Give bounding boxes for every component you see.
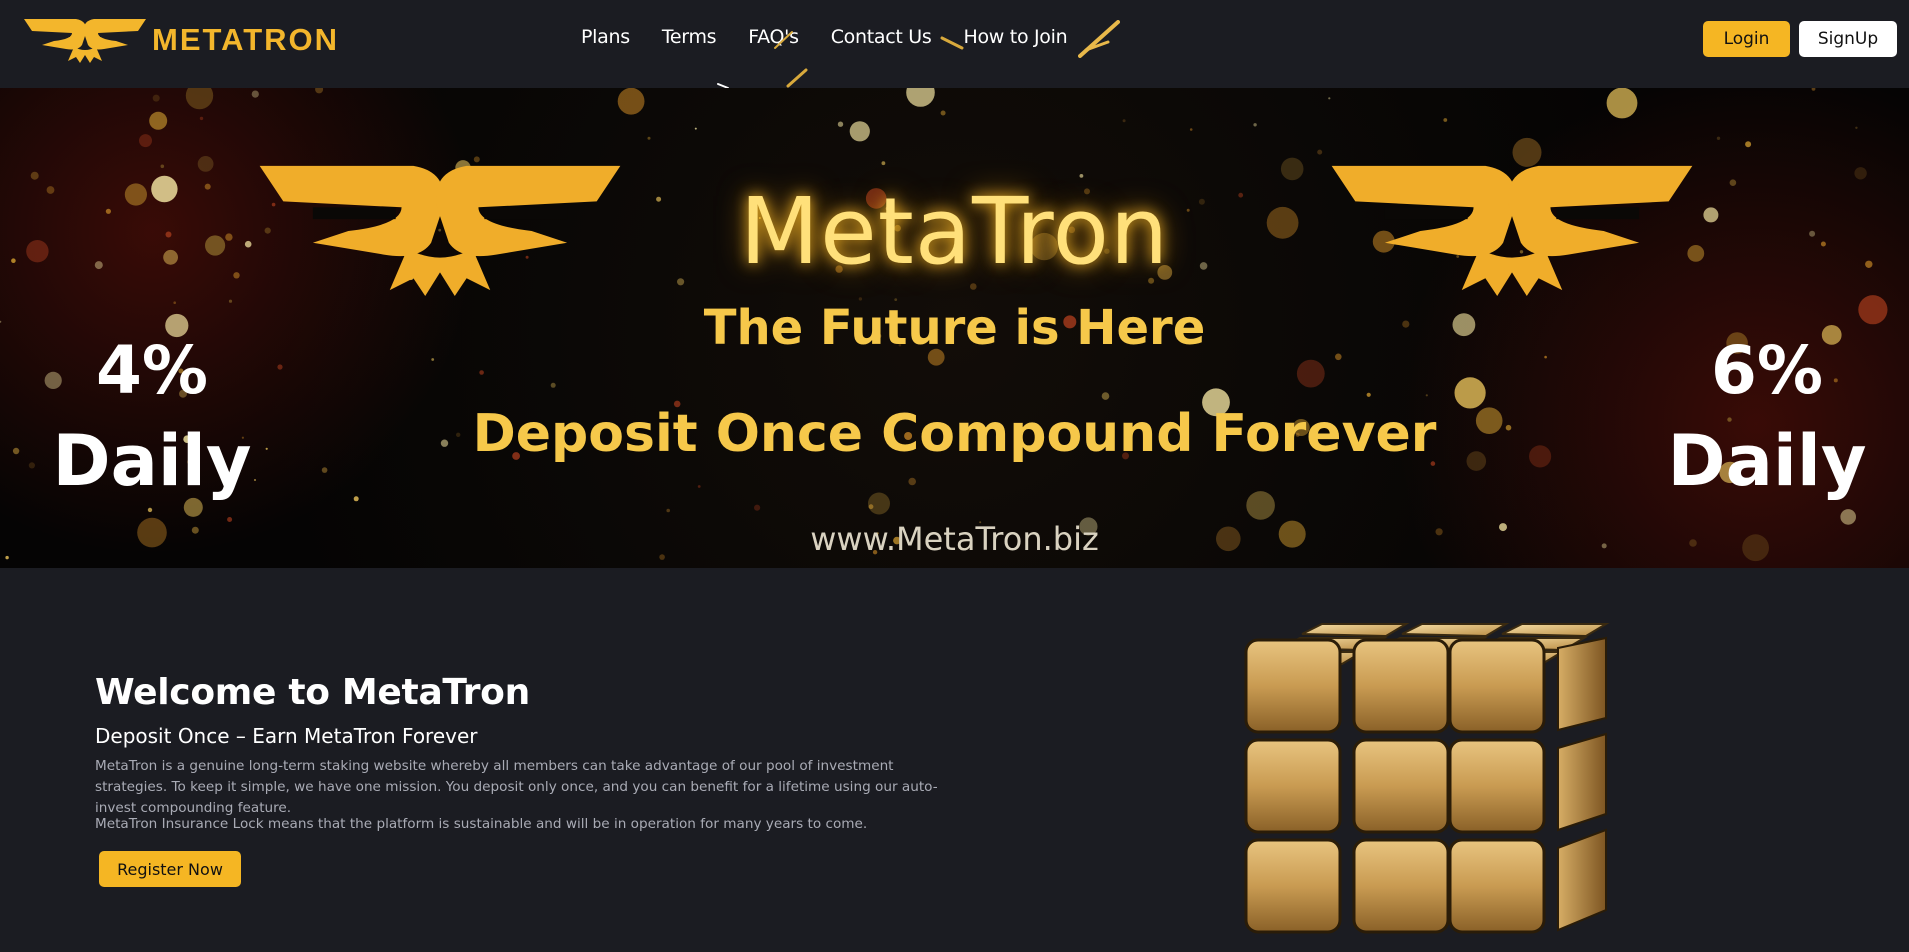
bokeh-particle: [940, 110, 946, 116]
bokeh-particle: [1606, 88, 1638, 119]
nav-plans[interactable]: Plans: [581, 26, 630, 48]
welcome-paragraph-1: MetaTron is a genuine long-term staking …: [95, 758, 938, 816]
bokeh-particle: [152, 94, 160, 102]
nav-terms[interactable]: Terms: [662, 26, 717, 48]
left-rate-value: 4%: [95, 332, 209, 409]
winged-emblem-icon: [24, 19, 146, 63]
nav-contact-us[interactable]: Contact Us: [831, 26, 932, 48]
bokeh-particle: [1246, 491, 1275, 520]
bokeh-particle: [906, 88, 935, 107]
bokeh-particle: [1280, 157, 1304, 181]
main-nav: Plans Terms FAQ's Contact Us How to Join: [581, 26, 1068, 48]
cube-cell: [1448, 638, 1546, 734]
bokeh-particle: [1443, 118, 1448, 122]
shooting-star-icon: [786, 68, 808, 88]
bokeh-particle: [1366, 392, 1371, 397]
bokeh-particle: [321, 467, 328, 473]
bokeh-particle: [185, 88, 214, 110]
gold-cube-icon: [1244, 623, 1610, 934]
bokeh-particle: [647, 136, 651, 140]
cube-cell: [1501, 623, 1610, 638]
hero-banner: MetaTron The Future is Here Deposit Once…: [0, 88, 1909, 568]
bokeh-particle: [1296, 359, 1325, 388]
cube-cell: [1352, 638, 1450, 734]
left-rate-badge: 4% Daily: [52, 332, 252, 502]
bokeh-particle: [1544, 355, 1547, 359]
register-now-button[interactable]: Register Now: [99, 851, 241, 887]
bokeh-particle: [254, 479, 256, 481]
site-header: METATRON Plans Terms FAQ's Contact Us Ho…: [0, 0, 1909, 89]
bokeh-particle: [199, 116, 204, 121]
bokeh-particle: [479, 370, 484, 375]
cube-cell: [1352, 838, 1450, 934]
banner-tagline: The Future is Here: [703, 300, 1206, 356]
bokeh-particle: [251, 90, 259, 98]
bokeh-particle: [849, 121, 870, 142]
bokeh-particle: [1328, 97, 1331, 100]
cube-cell: [1557, 828, 1607, 932]
signup-button[interactable]: SignUp: [1799, 21, 1897, 57]
bokeh-particle: [139, 134, 152, 148]
bokeh-particle: [868, 492, 890, 515]
bokeh-particle: [197, 156, 214, 172]
bokeh-particle: [149, 111, 168, 130]
cube-cell: [1244, 638, 1342, 734]
cube-cell: [1244, 738, 1342, 834]
right-rate-value: 6%: [1710, 332, 1824, 409]
shooting-star-icon: [940, 36, 964, 50]
bokeh-particle: [908, 477, 916, 486]
cube-cell: [1557, 732, 1607, 832]
shooting-star-icon: [774, 31, 793, 49]
bokeh-particle: [1122, 119, 1126, 123]
cube-cell: [1301, 623, 1410, 638]
bokeh-particle: [754, 504, 761, 511]
bokeh-particle: [1189, 128, 1193, 131]
bokeh-particle: [315, 88, 324, 94]
bokeh-particle: [697, 485, 701, 488]
cube-cell: [1448, 738, 1546, 834]
brand-logo[interactable]: METATRON: [24, 16, 339, 64]
bokeh-particle: [277, 364, 283, 370]
left-rate-period: Daily: [52, 420, 252, 502]
bokeh-particle: [1317, 149, 1323, 155]
welcome-title: Welcome to MetaTron: [95, 672, 530, 713]
bokeh-particle: [881, 161, 886, 166]
banner-title: MetaTron: [739, 178, 1170, 285]
cube-cell: [1448, 838, 1546, 934]
banner-url: www.MetaTron.biz: [810, 520, 1099, 558]
login-button[interactable]: Login: [1703, 21, 1790, 57]
bokeh-particle: [147, 507, 153, 513]
bokeh-particle: [1101, 392, 1110, 400]
bokeh-particle: [617, 88, 645, 115]
bokeh-particle: [1716, 136, 1721, 140]
right-rate-badge: 6% Daily: [1662, 332, 1872, 502]
bokeh-particle: [431, 358, 435, 361]
bokeh-particle: [1253, 123, 1257, 127]
cube-cell: [1244, 838, 1342, 934]
banner-headline: Deposit Once Compound Forever: [472, 404, 1437, 464]
brand-name: METATRON: [152, 22, 340, 57]
bokeh-particle: [1745, 141, 1752, 148]
bokeh-particle: [1855, 126, 1858, 129]
right-rate-period: Daily: [1667, 420, 1867, 502]
bokeh-particle: [353, 496, 359, 502]
bokeh-particle: [1811, 88, 1816, 91]
cube-cell: [1557, 636, 1607, 732]
bokeh-particle: [1425, 394, 1428, 397]
bokeh-particle: [837, 121, 844, 127]
bokeh-particle: [666, 508, 670, 513]
welcome-subtitle: Deposit Once – Earn MetaTron Forever: [95, 724, 478, 748]
nav-how-to-join[interactable]: How to Join: [964, 26, 1068, 48]
cube-cell: [1401, 623, 1510, 638]
shooting-star-icon: [1078, 20, 1120, 58]
bokeh-particle: [550, 382, 556, 388]
bokeh-particle: [694, 127, 697, 130]
bokeh-particle: [160, 164, 165, 169]
cube-cell: [1352, 738, 1450, 834]
welcome-paragraph-2: MetaTron Insurance Lock means that the p…: [95, 816, 868, 832]
